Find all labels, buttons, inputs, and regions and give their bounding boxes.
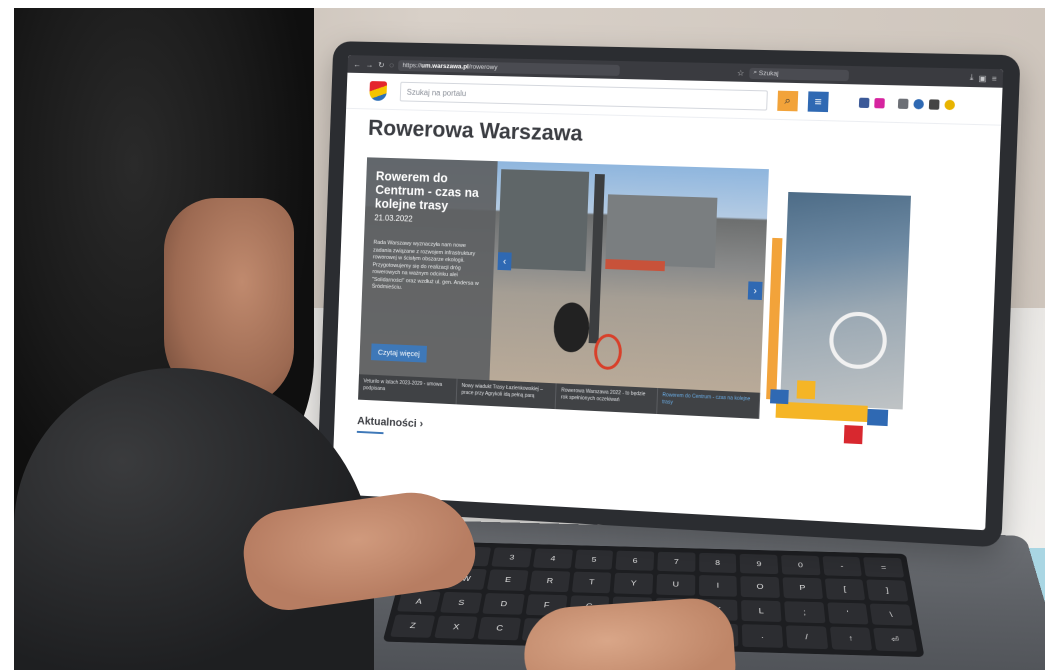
menu-icon[interactable]: ≡	[992, 74, 997, 83]
hero-slider: Rowerem do Centrum - czas na kolejne tra…	[358, 157, 769, 419]
hero-title[interactable]: Rowerem do Centrum - czas na kolejne tra…	[375, 169, 488, 214]
url-path: /rowerowy	[468, 63, 498, 71]
magnifier-icon: ⌕	[784, 94, 792, 107]
hero-lead: Rada Warszawy wyznaczyła nam nowe zadani…	[371, 239, 479, 291]
keyboard-key[interactable]: R	[529, 570, 571, 592]
url-prefix: https://	[402, 61, 422, 69]
keyboard-key[interactable]: O	[740, 576, 780, 598]
bike-wheel-image	[593, 333, 623, 371]
keyboard-key[interactable]: 7	[657, 551, 696, 573]
contrast-icon[interactable]	[944, 99, 956, 111]
keyboard-key[interactable]: 8	[698, 552, 737, 574]
hero-caption: Rowerem do Centrum - czas na kolejne tra…	[358, 157, 498, 381]
hero-tab[interactable]: Veturilo w latach 2023-2029 - umowa podp…	[358, 374, 458, 405]
browser-search[interactable]: ⌕ Szukaj	[749, 67, 849, 81]
news-underline	[356, 430, 384, 435]
keyboard-key[interactable]: 6	[615, 550, 655, 571]
info-icon[interactable]	[913, 98, 925, 110]
keyboard-key[interactable]: S	[439, 591, 483, 614]
site-menu-button[interactable]: ≡	[807, 91, 829, 113]
site-search-button[interactable]: ⌕	[777, 90, 799, 112]
keyboard-key[interactable]: Y	[613, 572, 654, 595]
news-heading[interactable]: Aktualności ›	[357, 415, 423, 430]
instagram-icon[interactable]	[874, 98, 885, 109]
slider-prev-button[interactable]: ‹	[497, 252, 512, 271]
accessibility-icon[interactable]	[897, 98, 909, 110]
pole-image	[588, 173, 605, 344]
forward-icon[interactable]: →	[366, 60, 374, 69]
keyboard-key[interactable]: D	[482, 592, 525, 615]
decor-square	[770, 389, 789, 405]
keyboard-key[interactable]: 5	[574, 549, 614, 570]
laptop-lid: ← → ↻ ◌ https://um.warszawa.pl/rowerowy …	[316, 41, 1021, 548]
keyboard-key[interactable]: [	[824, 578, 866, 600]
decor-square	[843, 425, 863, 445]
keyboard-key[interactable]: Z	[390, 614, 435, 638]
decor-square	[796, 380, 816, 400]
keyboard-key[interactable]: E	[487, 569, 529, 591]
keyboard-key[interactable]: 3	[491, 547, 533, 568]
keyboard-key[interactable]: X	[433, 615, 479, 640]
read-more-button[interactable]: Czytaj więcej	[370, 343, 427, 363]
hero-date: 21.03.2022	[374, 213, 413, 224]
keyboard-key[interactable]: C	[477, 616, 522, 641]
building-image	[605, 194, 718, 269]
bookmark-icon[interactable]: ☆	[737, 68, 745, 77]
keyboard-key[interactable]: .	[742, 623, 784, 648]
back-icon[interactable]: ←	[353, 60, 361, 69]
address-bar[interactable]: https://um.warszawa.pl/rowerowy	[398, 59, 621, 76]
keyboard-key[interactable]: 4	[532, 548, 573, 569]
tram-image	[605, 259, 666, 272]
keyboard-key[interactable]: ]	[866, 579, 909, 602]
decor-square	[867, 408, 889, 427]
cyclist-image	[552, 301, 591, 353]
keyboard-key[interactable]: 0	[780, 555, 821, 576]
font-size-icon[interactable]	[928, 99, 940, 110]
reload-icon[interactable]: ↻	[378, 60, 385, 69]
keyboard-key[interactable]: L	[741, 599, 782, 622]
keyboard-key[interactable]: -	[822, 556, 863, 577]
keyboard-key[interactable]: T	[571, 571, 612, 593]
keyboard-key[interactable]: ↑	[829, 626, 873, 651]
site-search-input[interactable]: Szukaj na portalu	[399, 81, 768, 111]
keyboard-key[interactable]: I	[698, 575, 738, 597]
hero-tab[interactable]: Nowy wiadukt Trasy Łazienkowskiej – prac…	[456, 378, 557, 410]
decor-bar	[775, 401, 868, 423]
extensions-icon[interactable]: ▣	[978, 73, 986, 82]
keyboard-key[interactable]: ;	[784, 600, 826, 624]
slider-next-button[interactable]: ›	[747, 281, 763, 301]
laptop-screen: ← → ↻ ◌ https://um.warszawa.pl/rowerowy …	[331, 55, 1004, 531]
side-illustration	[764, 177, 918, 466]
keyboard-key[interactable]: \	[869, 603, 913, 626]
hero-tab[interactable]: Rowerowa Warszawa 2022 - to będzie rok s…	[555, 383, 658, 414]
shield-icon: ◌	[389, 60, 395, 70]
warsaw-logo[interactable]	[365, 78, 391, 104]
hamburger-icon: ≡	[814, 94, 823, 109]
keyboard-key[interactable]: U	[656, 574, 695, 596]
chevron-right-icon: ›	[753, 285, 758, 297]
keyboard-key[interactable]: =	[863, 557, 905, 578]
photo-scene: 1234567890-=QWERTYUIOP[]ASDFGHJKL;'\ZXCV…	[14, 8, 1045, 670]
browser-search-placeholder: Szukaj	[758, 69, 779, 78]
bicycle-photo	[780, 191, 911, 410]
keyboard-key[interactable]: ⏎	[873, 627, 918, 652]
decor-bar	[766, 237, 783, 400]
keyboard-key[interactable]: /	[785, 625, 828, 650]
url-domain: um.warszawa.pl	[421, 62, 469, 71]
keyboard-key[interactable]: '	[826, 601, 869, 625]
download-icon[interactable]: ⤓	[970, 73, 974, 83]
hero-tab-active[interactable]: Rowerem do Centrum - czas na kolejne tra…	[656, 388, 761, 419]
facebook-icon[interactable]	[858, 97, 870, 109]
social-links	[858, 97, 956, 111]
keyboard-key[interactable]: P	[782, 577, 823, 599]
chevron-left-icon: ‹	[502, 255, 507, 267]
keyboard-key[interactable]: 9	[739, 553, 779, 575]
site-search-placeholder: Szukaj na portalu	[406, 87, 467, 98]
